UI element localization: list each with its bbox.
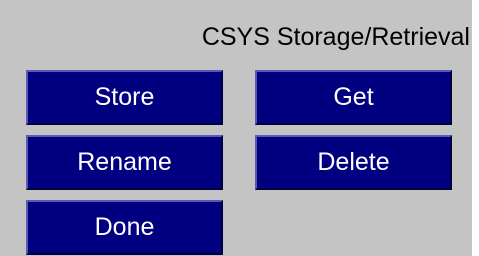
right-edge-margin xyxy=(472,0,479,256)
panel-title: CSYS Storage/Retrieval xyxy=(201,23,470,51)
rename-button[interactable]: Rename xyxy=(26,135,223,190)
delete-button[interactable]: Delete xyxy=(255,135,452,190)
store-button[interactable]: Store xyxy=(26,70,223,125)
done-button[interactable]: Done xyxy=(26,200,223,255)
csys-storage-panel: CSYS Storage/Retrieval Store Get Rename … xyxy=(0,0,479,256)
get-button[interactable]: Get xyxy=(255,70,452,125)
